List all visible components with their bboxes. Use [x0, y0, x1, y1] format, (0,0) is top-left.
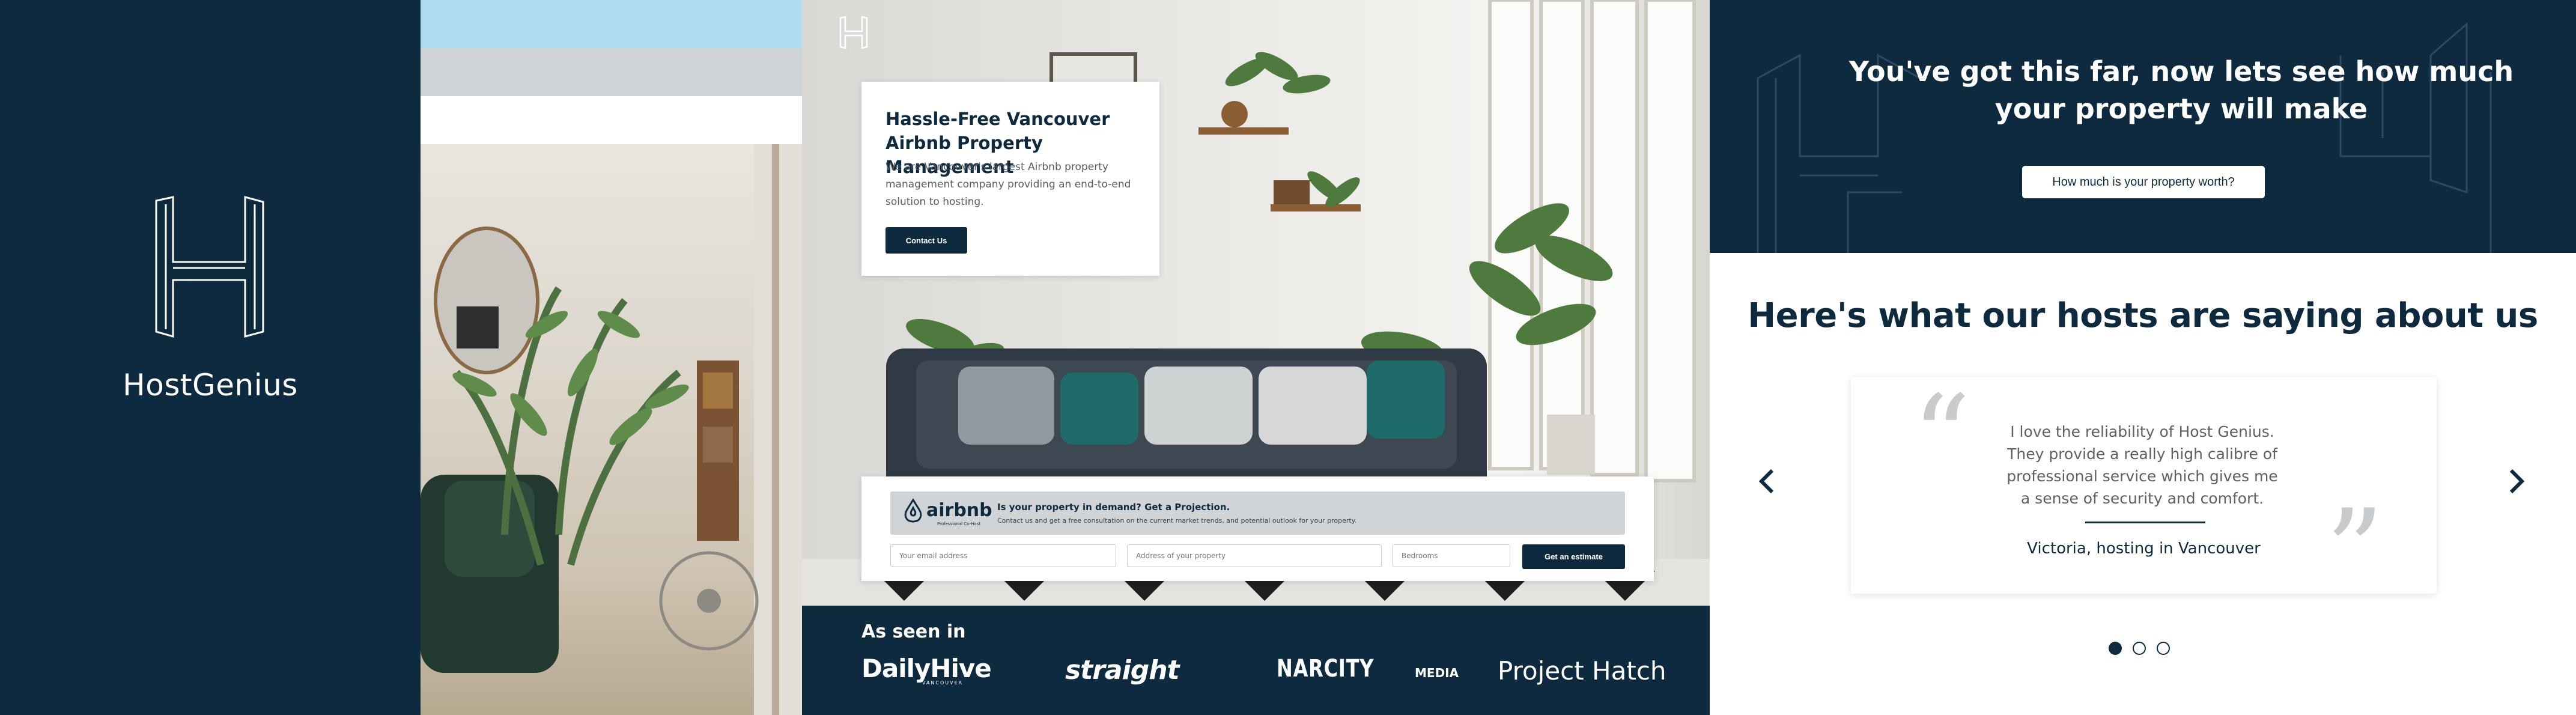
testimonial-quote: I love the reliability of Host Genius. T…: [2006, 423, 2278, 507]
bedrooms-input[interactable]: [1393, 544, 1510, 567]
close-quote-icon: ”: [2325, 485, 2384, 618]
email-input[interactable]: [890, 544, 1116, 567]
brand-name: HostGenius: [123, 368, 298, 403]
open-quote-icon: “: [1912, 371, 1971, 504]
estimate-subtext: Contact us and get a free consultation o…: [997, 517, 1357, 525]
brand-panel: HostGenius: [0, 0, 421, 715]
cta-section: You've got this far, now lets see how mu…: [1710, 0, 2576, 253]
carousel-dot-2[interactable]: [2133, 642, 2146, 655]
carousel-dot-1[interactable]: [2109, 642, 2122, 655]
hostgenius-logo-icon: [155, 196, 264, 338]
narcity-logo: NARCITY: [1277, 655, 1375, 683]
property-address-input[interactable]: [1127, 544, 1382, 567]
cta-heading: You've got this far, now lets see how mu…: [1848, 55, 2514, 125]
hero-logo-icon: [839, 16, 868, 49]
contact-us-button[interactable]: Contact Us: [886, 227, 967, 254]
dailyhive-logo-sub: VANCOUVER: [922, 680, 964, 686]
testimonial-divider: [2085, 522, 2205, 523]
narcity-media-logo: MEDIA: [1415, 666, 1459, 680]
testimonial-card: “ I love the reliability of Host Genius.…: [1851, 371, 2437, 612]
project-hatch-logo: Project Hatch: [1498, 656, 1666, 686]
photo-sky-band: [421, 0, 802, 48]
testimonial-author: Victoria, hosting in Vancouver: [2027, 540, 2261, 558]
airbnb-badge: Professional Co-Host: [937, 522, 981, 526]
airbnb-banner: airbnb Professional Co-Host Is your prop…: [890, 491, 1625, 535]
estimate-form: airbnb Professional Co-Host Is your prop…: [861, 476, 1654, 581]
carousel-dot-3[interactable]: [2157, 642, 2170, 655]
testimonials-heading: Here's what our hosts are saying about u…: [1748, 296, 2538, 335]
press-label: As seen in: [861, 621, 966, 642]
hero-section: Hassle-Free Vancouver Airbnb Property Ma…: [802, 0, 1710, 715]
carousel-prev-arrow-icon[interactable]: [1755, 468, 1779, 494]
photo-room: [421, 144, 802, 715]
airbnb-logo: airbnb Professional Co-Host: [900, 497, 992, 529]
straight-logo: straight: [1065, 655, 1180, 686]
testimonials-section: Here's what our hosts are saying about u…: [1710, 253, 2576, 715]
estimate-heading: Is your property in demand? Get a Projec…: [997, 502, 1230, 513]
hero-card: Hassle-Free Vancouver Airbnb Property Ma…: [861, 82, 1159, 276]
photo-white-band: [421, 96, 802, 144]
interior-photo: [421, 0, 802, 715]
get-estimate-button[interactable]: Get an estimate: [1522, 544, 1625, 569]
dailyhive-logo: DailyHive: [861, 654, 992, 683]
photo-gray-band: [421, 48, 802, 96]
carousel-next-arrow-icon[interactable]: [2504, 468, 2528, 494]
airbnb-wordmark: airbnb: [926, 500, 992, 521]
hero-description: We are Vancouver's largest Airbnb proper…: [886, 161, 1131, 208]
property-worth-button[interactable]: How much is your property worth?: [2022, 166, 2265, 198]
room-illustration: [421, 144, 802, 715]
